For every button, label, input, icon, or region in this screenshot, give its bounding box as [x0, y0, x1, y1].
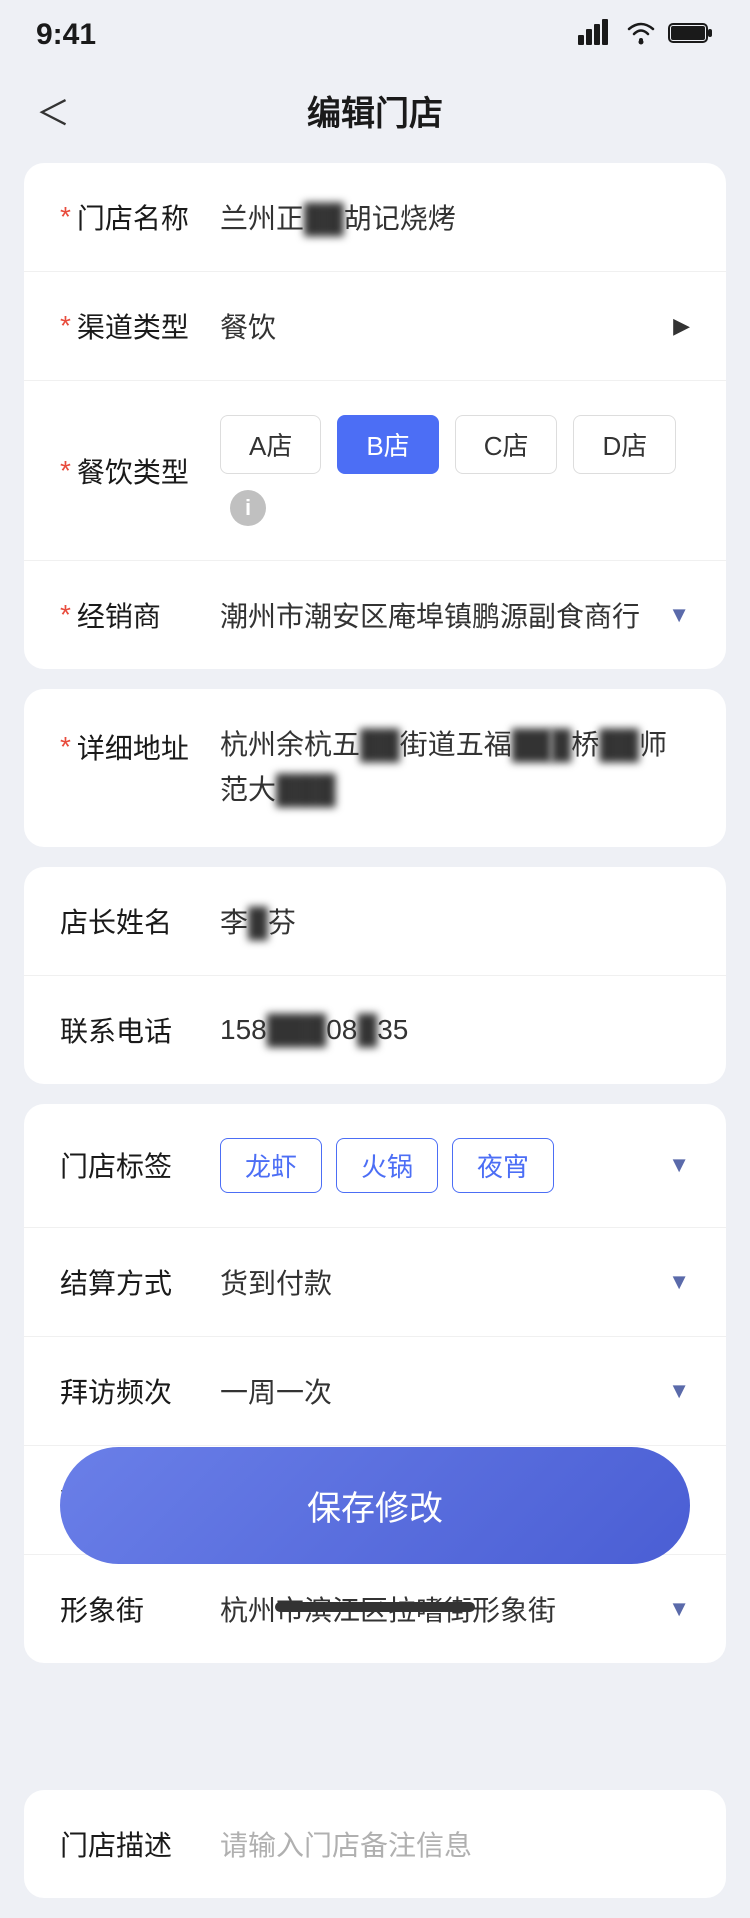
- distributor-dropdown-icon: ▼: [668, 602, 690, 628]
- settlement-value: 货到付款: [220, 1262, 658, 1302]
- back-button[interactable]: ＜: [36, 82, 82, 139]
- battery-icon: [668, 21, 714, 50]
- phone-value[interactable]: 158███08█35: [220, 1014, 690, 1046]
- description-placeholder[interactable]: 请输入门店备注信息: [220, 1824, 690, 1864]
- tags-row[interactable]: 门店标签 龙虾 火锅 夜宵 ▼: [24, 1104, 726, 1228]
- settlement-row[interactable]: 结算方式 货到付款 ▼: [24, 1228, 726, 1337]
- type-d-button[interactable]: D店: [573, 415, 676, 474]
- distributor-row[interactable]: * 经销商 潮州市潮安区庵埠镇鹏源副食商行 ▼: [24, 561, 726, 669]
- extended-info-card: 门店标签 龙虾 火锅 夜宵 ▼ 结算方式 货到付款 ▼ 拜访频次 一周一次 ▼ …: [24, 1104, 726, 1663]
- signal-icon: [578, 19, 614, 51]
- phone-row[interactable]: 联系电话 158███08█35: [24, 976, 726, 1084]
- basic-info-card: * 门店名称 兰州正██胡记烧烤 * 渠道类型 餐饮 ▶ * 餐饮类型 A店 B…: [24, 163, 726, 669]
- image-street-dropdown-icon: ▼: [668, 1596, 690, 1622]
- manager-info-card: 店长姓名 李█芬 联系电话 158███08█35: [24, 867, 726, 1084]
- settlement-label: 结算方式: [60, 1262, 220, 1302]
- type-b-button[interactable]: B店: [337, 415, 438, 474]
- status-icons: [578, 19, 714, 51]
- visit-freq-label: 拜访频次: [60, 1371, 220, 1411]
- channel-type-arrow-icon: ▶: [673, 313, 690, 339]
- description-card: 门店描述 请输入门店备注信息: [24, 1790, 726, 1898]
- wifi-icon: [624, 20, 658, 51]
- store-name-value[interactable]: 兰州正██胡记烧烤: [220, 197, 690, 237]
- distributor-label: * 经销商: [60, 595, 220, 635]
- restaurant-type-label: * 餐饮类型: [60, 451, 220, 491]
- image-street-label: 形象街: [60, 1589, 220, 1629]
- manager-name-row[interactable]: 店长姓名 李█芬: [24, 867, 726, 976]
- status-bar: 9:41: [0, 0, 750, 62]
- address-value[interactable]: 杭州余杭五██街道五福███桥██师范大███: [220, 723, 690, 813]
- tag-longxia[interactable]: 龙虾: [220, 1138, 322, 1193]
- info-icon[interactable]: i: [230, 490, 266, 526]
- type-a-button[interactable]: A店: [220, 415, 321, 474]
- tag-huoguo[interactable]: 火锅: [336, 1138, 438, 1193]
- channel-type-row[interactable]: * 渠道类型 餐饮 ▶: [24, 272, 726, 381]
- store-name-label: * 门店名称: [60, 197, 220, 237]
- store-name-row[interactable]: * 门店名称 兰州正██胡记烧烤: [24, 163, 726, 272]
- phone-label: 联系电话: [60, 1010, 220, 1050]
- page-title: 编辑门店: [307, 86, 443, 135]
- visit-freq-value: 一周一次: [220, 1371, 658, 1411]
- address-row[interactable]: * 详细地址 杭州余杭五██街道五福███桥██师范大███: [24, 689, 726, 847]
- manager-name-value[interactable]: 李█芬: [220, 901, 690, 941]
- home-indicator: [275, 1602, 475, 1612]
- restaurant-type-row: * 餐饮类型 A店 B店 C店 D店 i: [24, 381, 726, 561]
- save-btn-wrapper: 保存修改: [0, 1447, 750, 1564]
- type-c-button[interactable]: C店: [455, 415, 558, 474]
- save-button[interactable]: 保存修改: [60, 1447, 690, 1564]
- channel-type-label: * 渠道类型: [60, 306, 220, 346]
- channel-type-value: 餐饮: [220, 306, 663, 346]
- restaurant-type-buttons: A店 B店 C店 D店 i: [220, 415, 690, 526]
- required-star: *: [60, 201, 71, 233]
- visit-freq-dropdown-icon: ▼: [668, 1378, 690, 1404]
- manager-name-label: 店长姓名: [60, 901, 220, 941]
- address-label: * 详细地址: [60, 723, 220, 767]
- description-label: 门店描述: [60, 1824, 220, 1864]
- settlement-dropdown-icon: ▼: [668, 1269, 690, 1295]
- status-time: 9:41: [36, 18, 96, 52]
- tag-yexiao[interactable]: 夜宵: [452, 1138, 554, 1193]
- address-card: * 详细地址 杭州余杭五██街道五福███桥██师范大███: [24, 689, 726, 847]
- visit-freq-row[interactable]: 拜访频次 一周一次 ▼: [24, 1337, 726, 1446]
- tags-label: 门店标签: [60, 1145, 220, 1185]
- description-row[interactable]: 门店描述 请输入门店备注信息: [24, 1790, 726, 1898]
- distributor-value: 潮州市潮安区庵埠镇鹏源副食商行: [220, 595, 658, 635]
- tags-dropdown-icon: ▼: [668, 1152, 690, 1178]
- header: ＜ 编辑门店: [0, 62, 750, 163]
- tags-container: 龙虾 火锅 夜宵: [220, 1138, 658, 1193]
